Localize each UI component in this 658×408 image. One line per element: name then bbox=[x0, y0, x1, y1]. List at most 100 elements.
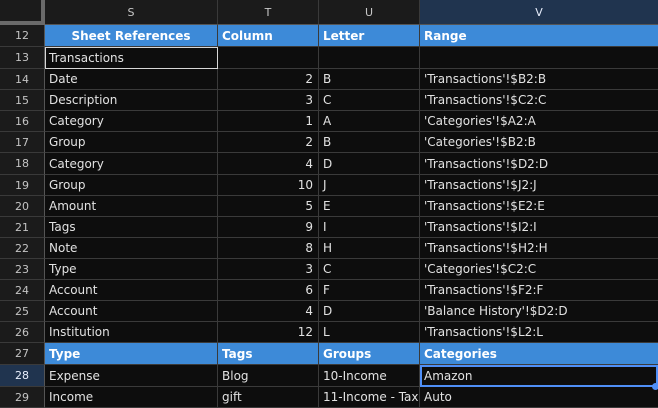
cell-range[interactable]: 'Transactions'!$H2:H bbox=[420, 238, 658, 259]
cell-column-number[interactable]: 3 bbox=[218, 90, 319, 111]
cell-range[interactable]: 'Categories'!$A2:A bbox=[420, 111, 658, 132]
cell-field[interactable]: Category bbox=[45, 111, 218, 132]
cell-range[interactable]: 'Transactions'!$I2:I bbox=[420, 217, 658, 238]
table-row: 26 Institution 12 L 'Transactions'!$L2:L bbox=[0, 322, 658, 343]
cell-range[interactable]: 'Categories'!$B2:B bbox=[420, 132, 658, 153]
cell-field[interactable]: Description bbox=[45, 90, 218, 111]
cell-range[interactable]: 'Transactions'!$J2:J bbox=[420, 175, 658, 196]
cell-field[interactable]: Institution bbox=[45, 322, 218, 343]
row-header-active[interactable]: 28 bbox=[0, 365, 45, 387]
cell-column-number[interactable]: 6 bbox=[218, 280, 319, 301]
active-cell-category[interactable]: Amazon bbox=[420, 365, 658, 387]
cell-column-number[interactable]: 12 bbox=[218, 322, 319, 343]
cell-letter[interactable]: L bbox=[319, 322, 420, 343]
cell-field[interactable]: Category bbox=[45, 153, 218, 175]
row-header[interactable]: 25 bbox=[0, 301, 45, 322]
cell-letter[interactable]: C bbox=[319, 90, 420, 111]
cell-field[interactable]: Group bbox=[45, 175, 218, 196]
cell-type[interactable]: Expense bbox=[45, 365, 218, 387]
cell-range[interactable]: 'Transactions'!$E2:E bbox=[420, 196, 658, 217]
cell-column-number[interactable]: 4 bbox=[218, 301, 319, 322]
cell-column-number[interactable]: 2 bbox=[218, 132, 319, 153]
row-header[interactable]: 12 bbox=[0, 25, 45, 47]
cell-column-number[interactable]: 1 bbox=[218, 111, 319, 132]
cell-range[interactable]: 'Categories'!$C2:C bbox=[420, 259, 658, 280]
cell-tag[interactable]: Blog bbox=[218, 365, 319, 387]
row-header[interactable]: 27 bbox=[0, 343, 45, 365]
row-header[interactable]: 17 bbox=[0, 132, 45, 153]
cell-field[interactable]: Tags bbox=[45, 217, 218, 238]
cell-field[interactable]: Amount bbox=[45, 196, 218, 217]
row-header[interactable]: 16 bbox=[0, 111, 45, 132]
column-header-v[interactable]: V bbox=[420, 0, 658, 25]
row-header[interactable]: 26 bbox=[0, 322, 45, 343]
title-cell-transactions[interactable]: Transactions bbox=[45, 47, 218, 69]
row-header[interactable]: 20 bbox=[0, 196, 45, 217]
row-header[interactable]: 23 bbox=[0, 259, 45, 280]
cell-range[interactable]: 'Transactions'!$F2:F bbox=[420, 280, 658, 301]
header-cell-sheet-references[interactable]: Sheet References bbox=[45, 25, 218, 47]
cell-group[interactable]: 11-Income - Tax bbox=[319, 387, 420, 408]
cell-column-number[interactable]: 8 bbox=[218, 238, 319, 259]
cell-empty[interactable] bbox=[218, 47, 319, 69]
row-header[interactable]: 14 bbox=[0, 69, 45, 90]
cell-column-number[interactable]: 9 bbox=[218, 217, 319, 238]
cell-tag[interactable]: gift bbox=[218, 387, 319, 408]
cell-range[interactable]: 'Transactions'!$B2:B bbox=[420, 69, 658, 90]
header-cell-groups[interactable]: Groups bbox=[319, 343, 420, 365]
cell-column-number[interactable]: 2 bbox=[218, 69, 319, 90]
column-header-t[interactable]: T bbox=[218, 0, 319, 25]
cell-letter[interactable]: B bbox=[319, 132, 420, 153]
cell-column-number[interactable]: 10 bbox=[218, 175, 319, 196]
cell-range[interactable]: 'Balance History'!$D2:D bbox=[420, 301, 658, 322]
row-header[interactable]: 21 bbox=[0, 217, 45, 238]
cell-field[interactable]: Account bbox=[45, 301, 218, 322]
header-cell-tags[interactable]: Tags bbox=[218, 343, 319, 365]
cell-field[interactable]: Date bbox=[45, 69, 218, 90]
cell-letter[interactable]: E bbox=[319, 196, 420, 217]
cell-column-number[interactable]: 5 bbox=[218, 196, 319, 217]
cell-type[interactable]: Income bbox=[45, 387, 218, 408]
cell-letter[interactable]: D bbox=[319, 153, 420, 175]
cell-empty[interactable] bbox=[319, 47, 420, 69]
cell-letter[interactable]: I bbox=[319, 217, 420, 238]
cell-letter[interactable]: C bbox=[319, 259, 420, 280]
table-row: 25 Account 4 D 'Balance History'!$D2:D bbox=[0, 301, 658, 322]
cell-range[interactable]: 'Transactions'!$C2:C bbox=[420, 90, 658, 111]
header-cell-range[interactable]: Range bbox=[420, 25, 658, 47]
header-cell-letter[interactable]: Letter bbox=[319, 25, 420, 47]
cell-field[interactable]: Account bbox=[45, 280, 218, 301]
column-header-u[interactable]: U bbox=[319, 0, 420, 25]
cell-letter[interactable]: A bbox=[319, 111, 420, 132]
column-header-s[interactable]: S bbox=[45, 0, 218, 25]
row-header[interactable]: 18 bbox=[0, 153, 45, 175]
cell-field[interactable]: Note bbox=[45, 238, 218, 259]
list-row: 28 Expense Blog 10-Income Amazon bbox=[0, 365, 658, 387]
cell-letter[interactable]: F bbox=[319, 280, 420, 301]
cell-group[interactable]: 10-Income bbox=[319, 365, 420, 387]
cell-category[interactable]: Auto bbox=[420, 387, 658, 408]
header-cell-column[interactable]: Column bbox=[218, 25, 319, 47]
cell-range[interactable]: 'Transactions'!$L2:L bbox=[420, 322, 658, 343]
row-header[interactable]: 22 bbox=[0, 238, 45, 259]
cell-letter[interactable]: J bbox=[319, 175, 420, 196]
cell-column-number[interactable]: 4 bbox=[218, 153, 319, 175]
row-header[interactable]: 24 bbox=[0, 280, 45, 301]
row-header[interactable]: 19 bbox=[0, 175, 45, 196]
column-header-row: S T U V bbox=[0, 0, 658, 25]
row-header[interactable]: 15 bbox=[0, 90, 45, 111]
header-cell-categories[interactable]: Categories bbox=[420, 343, 658, 365]
select-all-corner[interactable] bbox=[0, 0, 45, 25]
cell-field[interactable]: Group bbox=[45, 132, 218, 153]
cell-column-number[interactable]: 3 bbox=[218, 259, 319, 280]
cell-letter[interactable]: H bbox=[319, 238, 420, 259]
cell-field[interactable]: Type bbox=[45, 259, 218, 280]
cell-letter[interactable]: D bbox=[319, 301, 420, 322]
cell-letter[interactable]: B bbox=[319, 69, 420, 90]
sheet-references-header-row: 12 Sheet References Column Letter Range bbox=[0, 25, 658, 47]
row-header[interactable]: 29 bbox=[0, 387, 45, 408]
cell-empty[interactable] bbox=[420, 47, 658, 69]
row-header[interactable]: 13 bbox=[0, 47, 45, 69]
header-cell-type[interactable]: Type bbox=[45, 343, 218, 365]
cell-range[interactable]: 'Transactions'!$D2:D bbox=[420, 153, 658, 175]
